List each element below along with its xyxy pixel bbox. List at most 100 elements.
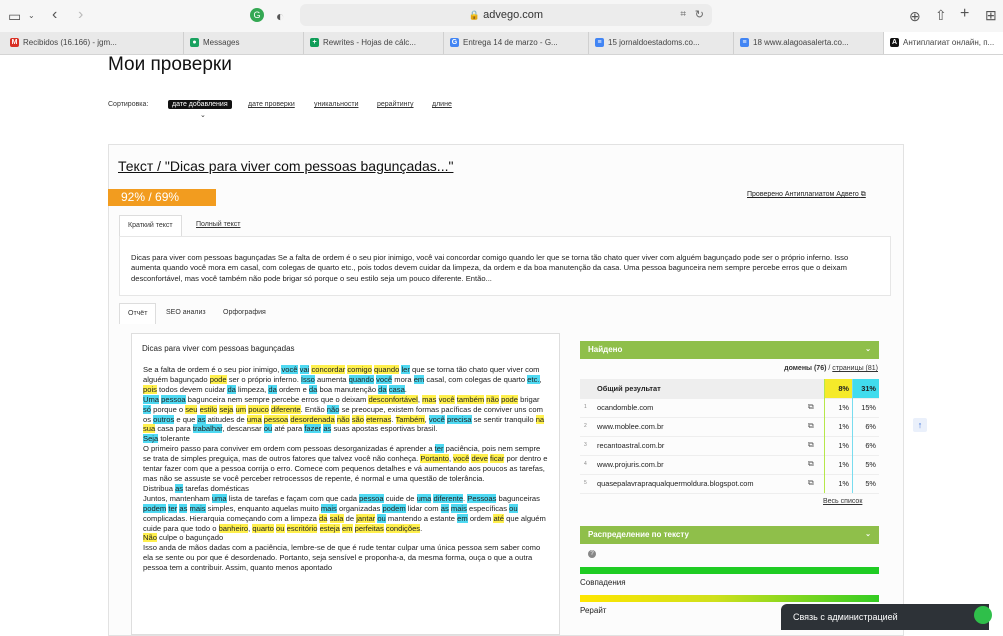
tab-label: Антиплагиат онлайн, п... [903,38,995,47]
found-header[interactable]: Найдено ⌄ [580,341,879,359]
distribution-header[interactable]: Распределение по тексту ⌄ [580,526,879,544]
privacy-shield-icon[interactable]: ◐ [276,8,284,24]
address-bar[interactable]: 🔒 advego.com ⌗ ↻ [300,4,712,26]
browser-tab[interactable]: + Rewrites - Hojas de cálc... [304,32,444,54]
tab-favicon-icon: + [310,38,319,48]
sort-label: Сортировка: [108,101,149,108]
tab-favicon-icon: G [450,38,459,48]
matches-bar [580,567,879,574]
result-row[interactable]: 1 ocandomble.com 1% 15% ⧉ [580,398,879,418]
short-text: Dicas para viver com pessoas bagunçadas … [131,253,849,283]
domains-count[interactable]: домены (76) [784,365,826,372]
match-percent: 15% [852,398,879,417]
tab-report[interactable]: Отчёт [119,303,157,324]
tab-seo-analysis[interactable]: SEO анализ [158,303,214,323]
tab-favicon-icon: A [890,38,899,48]
matches-label: Совпадения [580,578,626,587]
browser-tab[interactable]: M Recibidos (16.166) - jgm... [4,32,184,54]
row-number: 2 [584,423,587,429]
result-domain-link[interactable]: recantoastral.com.br [597,441,664,450]
external-link-icon: ⧉ [860,191,866,198]
url-text: advego.com [483,9,544,21]
result-row[interactable]: 2 www.moblee.com.br 1% 6% ⧉ [580,417,879,437]
rewrite-percent: 1% [824,455,852,474]
browser-tab[interactable]: ≡ 18 www.alagoasalerta.co... [734,32,884,54]
scroll-up-button[interactable]: ↑ [913,418,927,432]
external-link-icon[interactable]: ⧉ [808,459,814,469]
contact-admin-button[interactable]: Связь с администрацией [781,604,989,630]
reload-icon[interactable]: ↻ [695,4,704,26]
found-title: Найдено [588,345,623,354]
external-link-icon[interactable]: ⧉ [808,440,814,450]
download-icon[interactable]: ⊕ [909,8,921,24]
tab-label: Rewrites - Hojas de cálc... [323,38,416,47]
row-number: 4 [584,461,587,467]
help-icon[interactable]: ? [588,550,596,558]
new-tab-icon[interactable]: + [960,6,969,22]
total-match-percent: 31% [852,379,879,398]
forward-icon[interactable]: › [78,7,83,23]
browser-tab[interactable]: G Entrega 14 de marzo - G... [444,32,589,54]
translate-icon[interactable]: ⌗ [680,4,686,26]
sort-by-date-added[interactable]: дате добавления [168,100,232,109]
result-row[interactable]: 3 recantoastral.com.br 1% 6% ⧉ [580,436,879,456]
row-number: 5 [584,480,587,486]
sort-by-uniqueness[interactable]: уникальности [314,101,359,108]
external-link-icon[interactable]: ⧉ [808,421,814,431]
tab-spelling[interactable]: Орфография [215,303,274,323]
tab-full-text[interactable]: Полный текст [188,215,248,235]
result-domain-link[interactable]: ocandomble.com [597,403,653,412]
rewrite-percent: 1% [824,417,852,436]
chevron-down-icon: ⌄ [865,346,871,353]
total-label: Общий результат [597,384,661,393]
total-result-row: Общий результат 8% 31% [580,379,879,399]
back-icon[interactable]: ‹ [52,7,57,23]
online-status-indicator [974,606,992,624]
share-icon[interactable]: ⇧ [935,7,947,23]
result-domain-link[interactable]: quasepalavrapraqualquermoldura.blogspot.… [597,479,754,488]
distribution-title: Распределение по тексту [588,530,689,539]
checked-by-link[interactable]: Проверено Антиплагиатом Адвего ⧉ [747,191,866,199]
all-list-link[interactable]: Весь список [823,498,862,505]
sidebar-toggle-icon[interactable]: ▭ [8,8,21,24]
page-title: Мои проверки [108,54,232,75]
tab-label: Entrega 14 de marzo - G... [463,38,558,47]
match-percent: 5% [852,455,879,474]
result-domain-link[interactable]: www.moblee.com.br [597,422,664,431]
text-title[interactable]: Текст / "Dicas para viver com pessoas ba… [118,158,453,174]
row-number: 3 [584,442,587,448]
result-row[interactable]: 5 quasepalavrapraqualquermoldura.blogspot… [580,474,879,494]
rewrite-percent: 1% [824,398,852,417]
tab-favicon-icon: M [10,38,19,48]
rewrite-bar [580,595,879,602]
chevron-down-icon[interactable]: ⌄ [28,8,35,24]
result-row[interactable]: 4 www.projuris.com.br 1% 5% ⧉ [580,455,879,475]
sort-by-rewrite[interactable]: рерайтингу [377,101,414,108]
rewrite-percent: 1% [824,436,852,455]
external-link-icon[interactable]: ⧉ [808,402,814,412]
report-text: Se a falta de ordem é o seu pior inimigo… [143,365,548,573]
external-link-icon[interactable]: ⧉ [808,478,814,488]
rewrite-label: Рерайт [580,606,607,615]
tab-favicon-icon: ≡ [595,38,604,48]
match-percent: 5% [852,474,879,493]
lock-icon: 🔒 [468,10,481,20]
tab-label: 15 jornaldoestadoms.co... [608,38,700,47]
tab-overview-icon[interactable]: ⊞ [985,7,997,23]
sort-by-length[interactable]: длине [432,101,452,108]
browser-tab[interactable]: ● Messages [184,32,304,54]
tab-label: 18 www.alagoasalerta.co... [753,38,849,47]
row-number: 1 [584,404,587,410]
browser-tab[interactable]: A Антиплагиат онлайн, п... [884,32,1003,54]
tab-short-text[interactable]: Краткий текст [119,215,182,236]
browser-tab[interactable]: ≡ 15 jornaldoestadoms.co... [589,32,734,54]
match-percent: 6% [852,417,879,436]
domains-pages-counter: домены (76) / страницы (81) [784,365,878,372]
result-domain-link[interactable]: www.projuris.com.br [597,460,664,469]
tab-label: Recibidos (16.166) - jgm... [23,38,117,47]
checked-by-text: Проверено Антиплагиатом Адвего [747,191,859,198]
extension-g-icon[interactable]: G [250,8,264,22]
pages-count[interactable]: страницы (81) [832,365,878,372]
total-rewrite-percent: 8% [824,379,852,398]
sort-by-check-date[interactable]: дате проверки [248,101,295,108]
